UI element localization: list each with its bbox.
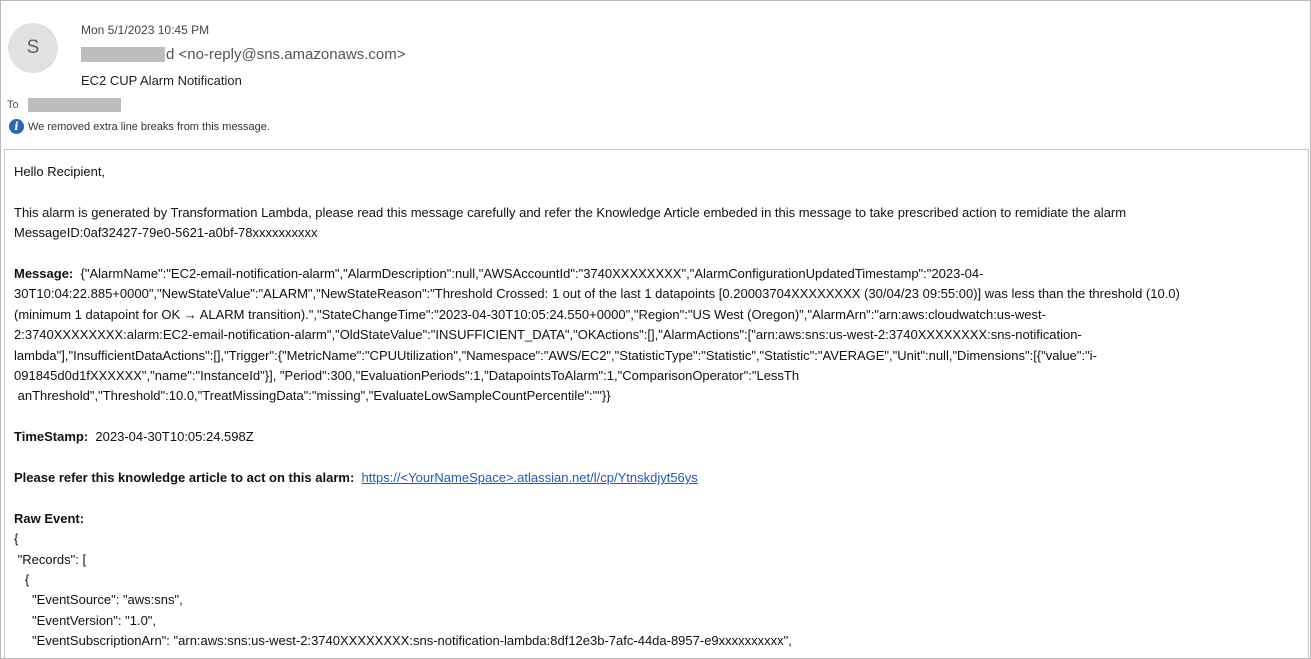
message-line-5: lambda"],"InsufficientDataActions":[],"T…: [14, 347, 1097, 363]
sender-address: <no-reply@sns.amazonaws.com>: [178, 46, 406, 63]
raw-line-3: {: [14, 572, 30, 588]
timestamp-label: TimeStamp:: [14, 429, 89, 445]
redacted-sender-name: [81, 47, 165, 62]
message-line-3: (minimum 1 datapoint for OK → ALARM tran…: [14, 306, 1046, 322]
email-body: Hello Recipient, This alarm is generated…: [4, 149, 1309, 658]
raw-event-label: Raw Event:: [14, 510, 85, 526]
info-bar[interactable]: i We removed extra line breaks from this…: [9, 119, 270, 134]
sender-avatar[interactable]: S: [8, 23, 58, 73]
kb-article-link[interactable]: https://<YourNameSpace>.atlassian.net/l/…: [362, 470, 698, 485]
message-line-4: 2:3740XXXXXXXX:alarm:EC2-email-notificat…: [14, 327, 1082, 343]
email-reading-pane: S Mon 5/1/2023 10:45 PM d <no-reply@sns.…: [0, 0, 1311, 659]
raw-line-1: {: [14, 531, 19, 547]
intro-text: This alarm is generated by Transformatio…: [14, 204, 1127, 220]
raw-line-5: "EventVersion": "1.0",: [14, 612, 157, 628]
avatar-letter: S: [26, 37, 40, 58]
message-line-2: 30T10:04:22.885+0000","NewStateValue":"A…: [14, 286, 1180, 302]
raw-line-4: "EventSource": "aws:sns",: [14, 592, 183, 608]
kb-line: Please refer this knowledge article to a…: [14, 468, 1308, 488]
kb-label: Please refer this knowledge article to a…: [14, 470, 355, 486]
info-text: We removed extra line breaks from this m…: [28, 120, 270, 133]
sender-row[interactable]: d <no-reply@sns.amazonaws.com>: [81, 46, 406, 63]
raw-line-6: "EventSubscriptionArn": "arn:aws:sns:us-…: [14, 633, 792, 649]
raw-line-2: "Records": [: [14, 551, 87, 567]
recipient-row: To: [7, 98, 121, 112]
sender-name-suffix: d: [166, 46, 175, 63]
sent-date: Mon 5/1/2023 10:45 PM: [81, 23, 210, 37]
message-line-7: anThreshold","Threshold":10.0,"TreatMiss…: [14, 388, 611, 404]
message-line-6: 091845d0d1fXXXXXX","name":"InstanceId"}]…: [14, 368, 800, 384]
timestamp-line: TimeStamp: 2023-04-30T10:05:24.598Z: [14, 427, 1308, 447]
message-id: MessageID:0af32427-79e0-5621-a0bf-78xxxx…: [14, 225, 318, 241]
message-label: Message:: [14, 266, 74, 281]
timestamp-value: 2023-04-30T10:05:24.598Z: [95, 429, 254, 445]
info-icon: i: [9, 119, 24, 134]
message-line-1: Message: {"AlarmName":"EC2-email-notific…: [14, 266, 984, 281]
to-label: To: [7, 99, 19, 111]
email-subject: EC2 CUP Alarm Notification: [81, 73, 242, 88]
greeting: Hello Recipient,: [14, 164, 106, 179]
redacted-recipient[interactable]: [27, 98, 121, 112]
